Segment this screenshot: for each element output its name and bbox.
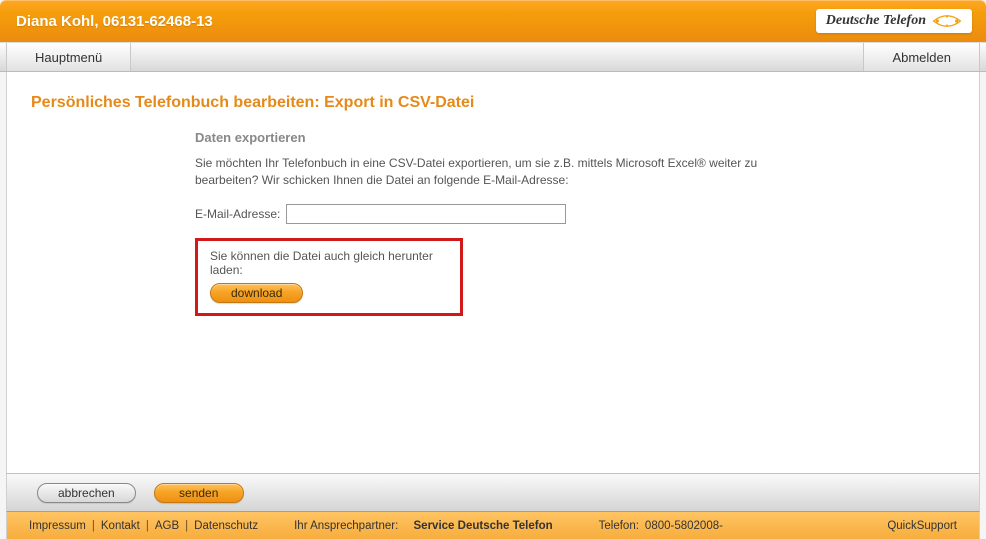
footer-sep: | <box>146 520 149 532</box>
page-title: Persönliches Telefonbuch bearbeiten: Exp… <box>7 72 979 130</box>
cancel-button[interactable]: abbrechen <box>37 483 136 503</box>
footer-kontakt[interactable]: Kontakt <box>101 520 140 532</box>
email-label: E-Mail-Adresse: <box>195 207 280 221</box>
download-highlight-box: Sie können die Datei auch gleich herunte… <box>195 238 463 316</box>
footer-sep: | <box>92 520 95 532</box>
menu-main[interactable]: Hauptmenü <box>6 43 131 71</box>
footer-impressum[interactable]: Impressum <box>29 520 86 532</box>
user-title: Diana Kohl, 06131-62468-13 <box>16 13 213 30</box>
email-field-row: E-Mail-Adresse: <box>195 204 835 224</box>
section-description: Sie möchten Ihr Telefonbuch in eine CSV-… <box>195 155 835 190</box>
footer-phone-label: Telefon: <box>599 520 639 532</box>
brand-logo: Deutsche Telefon <box>816 9 972 33</box>
footer-datenschutz[interactable]: Datenschutz <box>194 520 258 532</box>
menu-logout[interactable]: Abmelden <box>863 43 980 71</box>
download-hint: Sie können die Datei auch gleich herunte… <box>210 249 448 277</box>
section-heading: Daten exportieren <box>195 130 835 145</box>
brand-swirl-icon <box>932 13 962 29</box>
footer-agb[interactable]: AGB <box>155 520 179 532</box>
menubar: Hauptmenü Abmelden <box>0 42 986 72</box>
footer-contact-value: Service Deutsche Telefon <box>414 520 553 532</box>
action-bar: abbrechen senden <box>6 473 980 511</box>
app-header: Diana Kohl, 06131-62468-13 Deutsche Tele… <box>0 0 986 42</box>
footer-left: Impressum | Kontakt | AGB | Datenschutz … <box>29 520 723 532</box>
send-button[interactable]: senden <box>154 483 244 503</box>
footer-contact-label: Ihr Ansprechpartner: <box>294 520 398 532</box>
footer: Impressum | Kontakt | AGB | Datenschutz … <box>6 511 980 539</box>
download-button[interactable]: download <box>210 283 303 303</box>
footer-sep: | <box>185 520 188 532</box>
brand-text: Deutsche Telefon <box>826 13 926 29</box>
export-section: Daten exportieren Sie möchten Ihr Telefo… <box>195 130 835 316</box>
footer-quicksupport[interactable]: QuickSupport <box>887 520 957 532</box>
email-input[interactable] <box>286 204 566 224</box>
footer-phone-value: 0800-5802008- <box>645 520 723 532</box>
content-area: Persönliches Telefonbuch bearbeiten: Exp… <box>6 72 980 473</box>
